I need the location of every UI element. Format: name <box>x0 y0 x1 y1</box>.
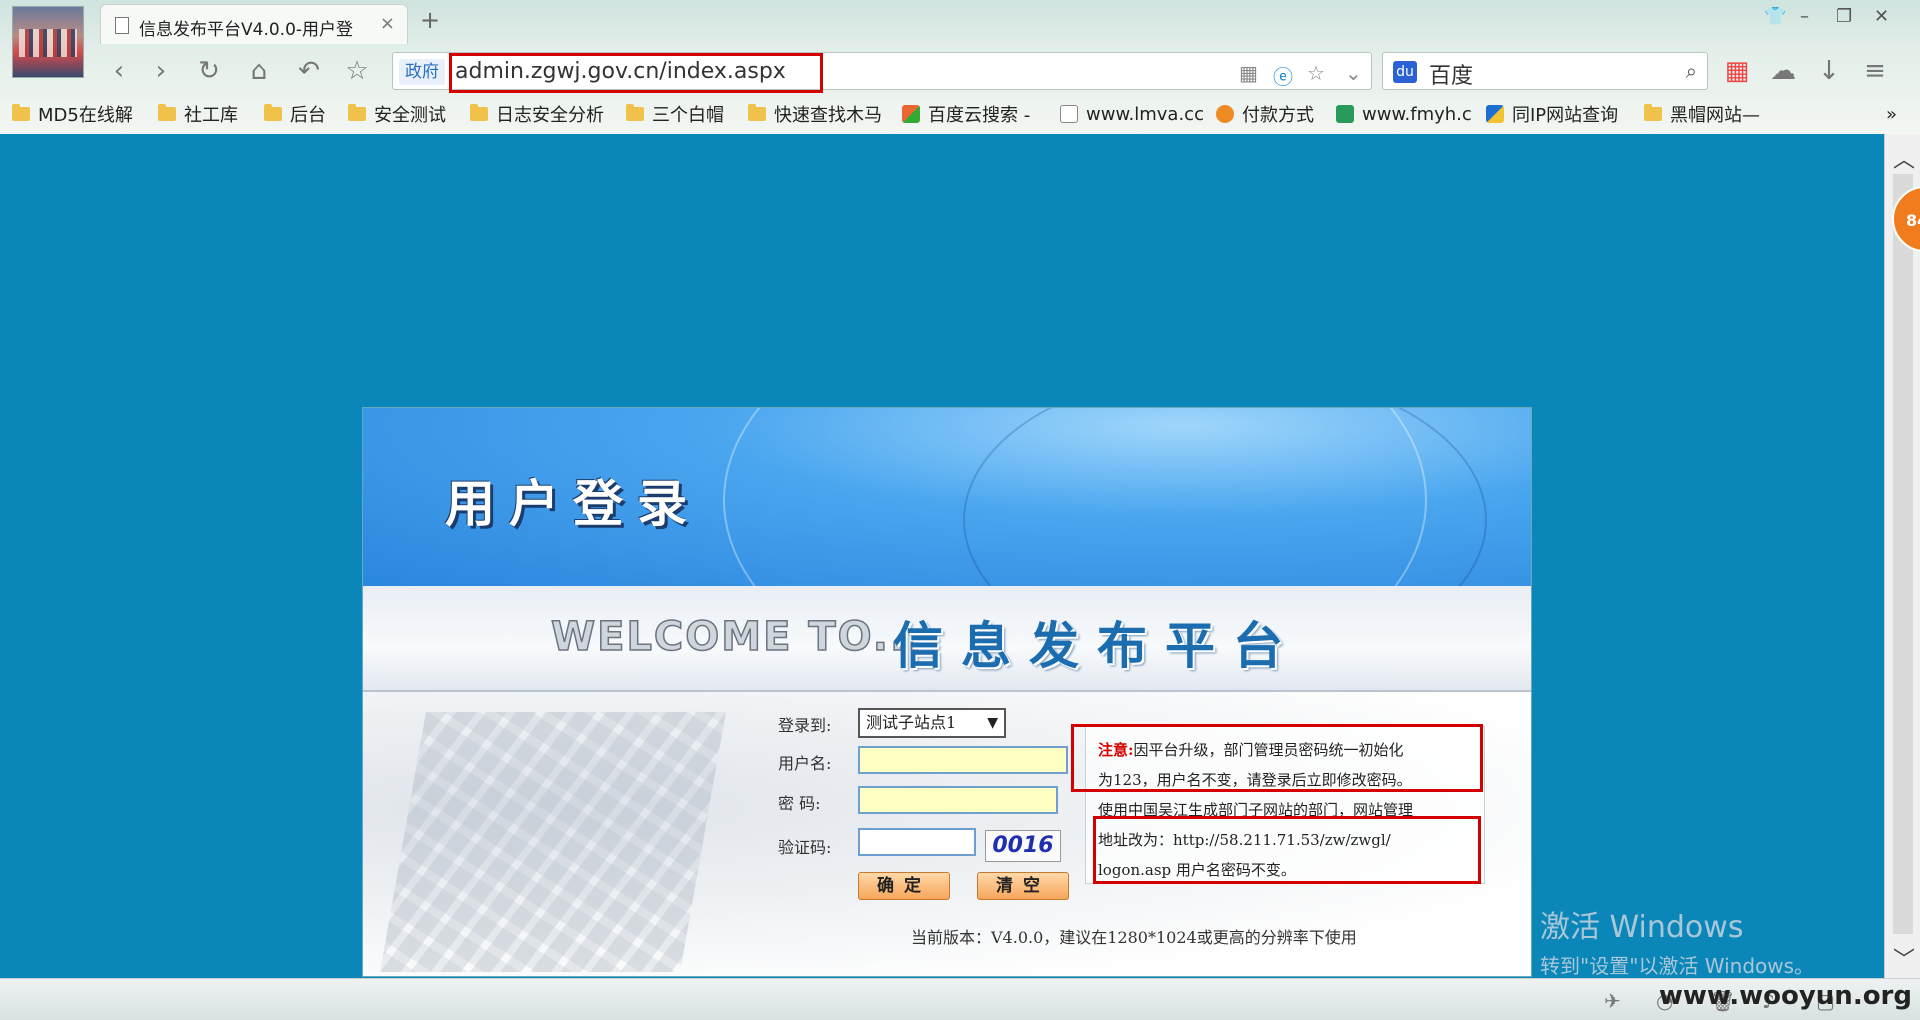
site-select-value: 测试子站点1 <box>866 713 957 732</box>
notice-highlight-box-2 <box>1093 816 1481 884</box>
bookmark-item[interactable]: 后台 <box>264 100 326 128</box>
scroll-up-icon[interactable]: ︿ <box>1893 142 1915 174</box>
url-text[interactable]: admin.zgwj.gov.cn/index.aspx <box>455 59 786 84</box>
skin-icon[interactable]: 👕 <box>1764 6 1786 27</box>
site-icon <box>1216 105 1234 123</box>
cloud-icon[interactable]: ☁ <box>1766 54 1800 88</box>
maximize-icon[interactable]: ❐ <box>1836 6 1852 27</box>
page-icon <box>1060 105 1078 123</box>
minimize-icon[interactable]: – <box>1800 6 1809 27</box>
bookmark-item[interactable]: MD5在线解 <box>12 100 133 128</box>
bookmark-item[interactable]: 安全测试 <box>348 100 446 128</box>
bookmark-item[interactable]: 付款方式 <box>1216 100 1314 128</box>
navigation-bar: ‹ › ↻ ⌂ ↶ ☆ 政府 admin.zgwj.gov.cn/index.a… <box>0 48 1920 94</box>
windows-activation-title: 激活 Windows <box>1540 910 1744 945</box>
folder-icon <box>470 104 488 121</box>
scroll-down-icon[interactable]: ﹀ <box>1893 942 1915 974</box>
login-panel: 用户登录 WELCOME TO... 信息发布平台 登录到: 测试子站点1 ▼ … <box>362 407 1532 977</box>
bookmarks-more-button[interactable]: » <box>1886 100 1897 128</box>
version-text: 当前版本：V4.0.0，建议在1280*1024或更高的分辨率下使用 <box>911 928 1357 947</box>
undo-icon[interactable]: ↶ <box>292 54 326 88</box>
captcha-input[interactable] <box>858 828 976 856</box>
reload-icon[interactable]: ↻ <box>192 54 226 88</box>
clear-button[interactable]: 清空 <box>977 872 1069 900</box>
folder-icon <box>1644 104 1662 121</box>
username-label: 用户名: <box>778 754 832 773</box>
search-icon[interactable]: ⌕ <box>1686 59 1697 83</box>
bookmark-item[interactable]: 百度云搜索 - <box>902 100 1030 128</box>
search-bar[interactable]: du 百度 ⌕ <box>1382 52 1708 90</box>
browser-chrome: 信息发布平台V4.0.0-用户登 × + 👕 – ❐ ✕ ‹ › ↻ ⌂ ↶ ☆… <box>0 0 1920 134</box>
home-icon[interactable]: ⌂ <box>242 54 276 88</box>
vertical-scrollbar[interactable]: ︿ ﹀ <box>1884 134 1920 978</box>
windows-activation-subtitle: 转到"设置"以激活 Windows。 <box>1540 954 1815 978</box>
pin-icon[interactable]: ✈ <box>1604 989 1621 1013</box>
keyboard-image <box>380 712 726 972</box>
welcome-text: WELCOME TO... <box>550 613 925 661</box>
favorite-icon[interactable]: ☆ <box>340 54 374 88</box>
apps-icon[interactable]: ▦ <box>1720 54 1754 88</box>
platform-name: 信息发布平台 <box>893 616 1301 675</box>
browser-tab[interactable]: 信息发布平台V4.0.0-用户登 × <box>100 4 408 44</box>
new-tab-button[interactable]: + <box>420 6 440 34</box>
confirm-button[interactable]: 确定 <box>858 872 950 900</box>
password-input[interactable] <box>858 786 1058 814</box>
folder-icon <box>264 104 282 121</box>
wooyun-watermark: www.wooyun.org <box>1658 981 1912 1011</box>
bookmark-item[interactable]: 社工库 <box>158 100 238 128</box>
tab-title: 信息发布平台V4.0.0-用户登 <box>139 20 354 40</box>
bookmark-star-icon[interactable]: ☆ <box>1307 61 1325 85</box>
bookmark-item[interactable]: 同IP网站查询 <box>1486 100 1618 128</box>
bookmark-item[interactable]: 三个白帽 <box>626 100 724 128</box>
search-engine-name: 百度 <box>1429 64 1474 89</box>
qr-code-icon[interactable]: ▦ <box>1239 61 1258 85</box>
address-bar[interactable]: 政府 admin.zgwj.gov.cn/index.aspx ▦ ⓔ ☆ ⌄ <box>392 52 1372 93</box>
close-window-icon[interactable]: ✕ <box>1874 6 1889 27</box>
login-banner: 用户登录 <box>363 408 1531 586</box>
ie-mode-icon[interactable]: ⓔ <box>1273 61 1293 90</box>
site-icon <box>1486 105 1504 123</box>
back-icon[interactable]: ‹ <box>102 54 136 88</box>
login-title: 用户登录 <box>445 474 701 533</box>
captcha-label: 验证码: <box>778 838 832 857</box>
windows-activation-notice: 激活 Windows 转到"设置"以激活 Windows。 <box>1540 902 1814 979</box>
password-label: 密 码: <box>778 794 821 813</box>
browser-status-bar: ✈ ◔ 🗑 ♪ ▢ www.wooyun.org <box>0 978 1920 1020</box>
chevron-down-icon: ▼ <box>987 715 998 731</box>
tab-close-icon[interactable]: × <box>380 13 395 34</box>
site-icon <box>1336 105 1354 123</box>
folder-icon <box>348 104 366 121</box>
folder-icon <box>626 104 644 121</box>
captcha-image[interactable]: 0016 <box>985 830 1061 862</box>
notice-highlight-box-1 <box>1071 724 1483 792</box>
folder-icon <box>12 104 30 121</box>
dropdown-icon[interactable]: ⌄ <box>1345 61 1362 85</box>
username-input[interactable] <box>858 746 1068 774</box>
site-type-chip: 政府 <box>399 59 445 85</box>
site-label: 登录到: <box>778 716 832 735</box>
bookmark-item[interactable]: www.fmyh.c <box>1336 100 1472 128</box>
bookmark-item[interactable]: 快速查找木马 <box>748 100 882 128</box>
bookmark-item[interactable]: www.lmva.cc <box>1060 100 1204 128</box>
page-icon <box>115 17 129 34</box>
forward-icon[interactable]: › <box>144 54 178 88</box>
bookmark-item[interactable]: 日志安全分析 <box>470 100 604 128</box>
folder-icon <box>748 104 766 121</box>
folder-icon <box>158 104 176 121</box>
bookmark-item[interactable]: 黑帽网站— <box>1644 100 1760 128</box>
page-content: 用户登录 WELCOME TO... 信息发布平台 登录到: 测试子站点1 ▼ … <box>0 134 1884 978</box>
download-icon[interactable]: ↓ <box>1812 54 1846 88</box>
scroll-thumb[interactable] <box>1893 174 1913 934</box>
menu-icon[interactable]: ≡ <box>1858 54 1892 88</box>
site-icon <box>902 105 920 123</box>
site-select[interactable]: 测试子站点1 ▼ <box>858 708 1006 738</box>
bookmarks-bar: MD5在线解 社工库 后台 安全测试 日志安全分析 三个白帽 快速查找木马 百度… <box>0 98 1920 130</box>
baidu-logo-icon: du <box>1393 61 1417 83</box>
welcome-banner: WELCOME TO... 信息发布平台 <box>363 586 1531 692</box>
